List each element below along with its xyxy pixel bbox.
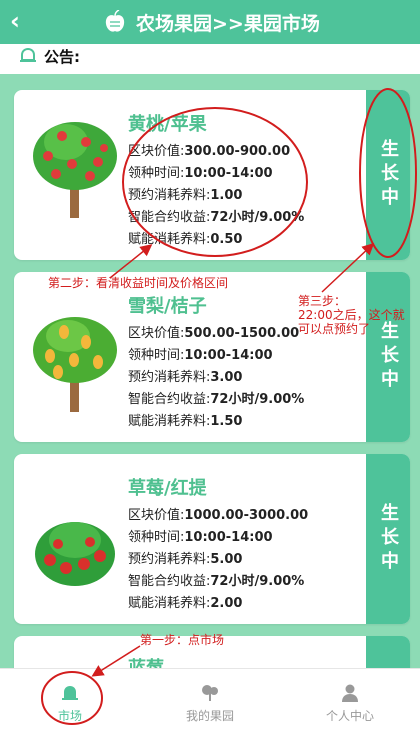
tab-label: 我的果园 [185, 709, 234, 723]
time-row: 领种时间:10:00-14:00 [128, 348, 273, 363]
energy-row: 赋能消耗养料:1.50 [128, 414, 243, 429]
product-name: 雪梨/桔子 [128, 296, 207, 317]
time-row: 领种时间:10:00-14:00 [128, 166, 273, 181]
reserve-row: 预约消耗养料:3.00 [128, 370, 243, 385]
strawberry-plant-image [35, 522, 115, 586]
status-button[interactable]: 生长中 [366, 272, 410, 442]
tab-profile[interactable]: 个人中心 [280, 669, 420, 732]
apple-tree-image [33, 122, 117, 218]
annotation-step3-line3: 可以点预约了 [298, 322, 371, 336]
pear-tree-image [33, 317, 117, 412]
back-button[interactable]: ‹ [10, 6, 20, 36]
status-button[interactable]: 生长中 [366, 90, 410, 260]
tab-label: 个人中心 [325, 709, 374, 723]
status-button[interactable]: 生长中 [366, 454, 410, 624]
user-icon [342, 684, 358, 702]
product-name: 黄桃/苹果 [128, 114, 207, 135]
yield-row: 智能合约收益:72小时/9.00% [128, 574, 305, 589]
energy-row: 赋能消耗养料:2.00 [128, 596, 243, 611]
product-name: 草莓/红提 [128, 478, 207, 499]
yield-row: 智能合约收益:72小时/9.00% [128, 392, 305, 407]
fruit-logo-icon [105, 10, 125, 32]
tab-my-orchard[interactable]: 我的果园 [140, 669, 280, 732]
notice-bar: 公告: [0, 44, 420, 74]
product-card-1: 黄桃/苹果 区块价值:300.00-900.00 领种时间:10:00-14:0… [14, 90, 410, 260]
chevron-left-icon: ‹ [10, 7, 20, 35]
bell-icon [62, 686, 78, 700]
annotation-step2: 第二步：看清收益时间及价格区间 [48, 276, 229, 290]
top-bar: ‹ 农场果园>>果园市场 [0, 0, 420, 44]
block-value-row: 区块价值:500.00-1500.00 [128, 326, 300, 341]
tree-icon [202, 685, 218, 701]
tab-label: 市场 [57, 709, 82, 723]
block-value-row: 区块价值:300.00-900.00 [128, 144, 291, 159]
annotation-step1: 第一步：点市场 [140, 633, 225, 647]
notice-label: 公告: [44, 48, 80, 66]
page-title: 农场果园>>果园市场 [136, 12, 320, 35]
bottom-tab-bar: 市场 我的果园 个人中心 [0, 668, 420, 732]
energy-row: 赋能消耗养料:0.50 [128, 232, 243, 247]
reserve-row: 预约消耗养料:5.00 [128, 552, 243, 567]
product-card-2: 雪梨/桔子 区块价值:500.00-1500.00 领种时间:10:00-14:… [14, 272, 410, 442]
tab-market[interactable]: 市场 [0, 669, 140, 732]
title-wrap: 农场果园>>果园市场 [104, 6, 320, 38]
time-row: 领种时间:10:00-14:00 [128, 530, 273, 545]
reserve-row: 预约消耗养料:1.00 [128, 188, 243, 203]
block-value-row: 区块价值:1000.00-3000.00 [128, 508, 309, 523]
bell-icon [20, 47, 36, 62]
yield-row: 智能合约收益:72小时/9.00% [128, 210, 305, 225]
product-card-3: 草莓/红提 区块价值:1000.00-3000.00 领种时间:10:00-14… [14, 454, 410, 624]
